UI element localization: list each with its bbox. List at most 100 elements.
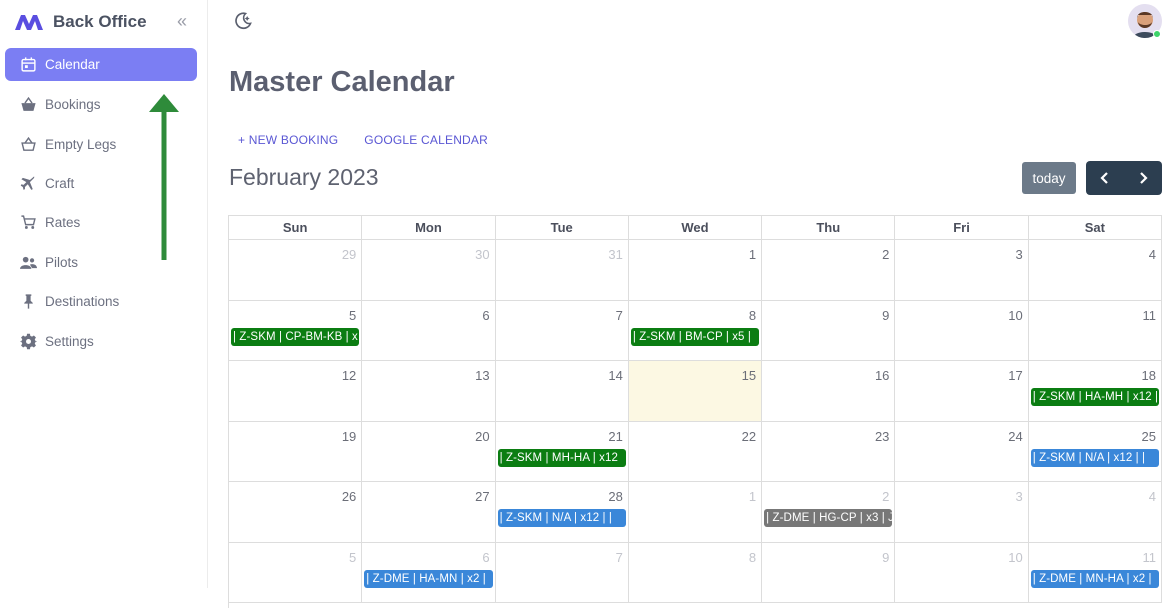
day-number: 10 [1008,307,1023,323]
day-number: 8 [748,549,757,565]
dark-mode-icon[interactable] [233,11,253,31]
new-booking-button[interactable]: + NEW BOOKING [238,133,338,147]
today-button[interactable]: today [1022,162,1076,194]
day-cell[interactable]: 16 [762,361,896,422]
prev-month-button[interactable] [1086,161,1124,195]
day-cell[interactable]: 6 [362,300,496,361]
calendar-week-row: 5 | Z-SKM | CP-BM-KB | x 6 7 8 | Z-SKM |… [229,300,1162,361]
day-number: 3 [1015,489,1023,504]
day-number: 3 [1015,247,1023,262]
sidebar-item-label: Pilots [45,254,79,270]
pin-icon [18,292,38,312]
brand[interactable]: Back Office [14,10,147,34]
day-cell[interactable]: 12 [229,361,363,422]
sidebar-item-settings[interactable]: Settings [5,321,197,360]
booking-event[interactable]: | Z-SKM | MH-HA | x12 [497,448,626,467]
day-number: 4 [1148,489,1156,504]
day-cell[interactable]: 22 [628,421,763,482]
cart-icon [18,213,38,233]
calendar-week-row: 12 13 14 15 16 17 18 | Z-SKM | HA-MH | x… [229,361,1162,422]
day-cell[interactable]: 18 | Z-SKM | HA-MH | x12 | [1028,361,1162,422]
day-cell[interactable]: 23 [762,421,896,482]
google-calendar-button[interactable]: GOOGLE CALENDAR [364,133,488,147]
day-cell[interactable]: 2 [762,240,896,301]
logo-icon [15,15,43,30]
day-number: 18 [1141,368,1156,383]
day-number: 25 [1141,428,1156,444]
online-status-dot [1153,30,1161,38]
day-cell[interactable]: 28 | Z-SKM | N/A | x12 | | [495,482,629,543]
day-cell[interactable]: 4 [1028,482,1162,543]
day-cell[interactable]: 5 [229,542,363,603]
booking-event[interactable]: | Z-SKM | BM-CP | x5 | [630,327,760,346]
collapse-sidebar-icon[interactable]: « [177,11,187,31]
booking-event[interactable]: | Z-DME | MN-HA | x2 | [1030,569,1159,588]
booking-event[interactable]: | Z-SKM | CP-BM-KB | x [231,327,360,346]
booking-event[interactable]: | Z-DME | HA-MN | x2 | [364,569,493,588]
day-cell[interactable]: 8 [628,542,763,603]
day-cell[interactable]: 31 [495,240,629,301]
sidebar-item-calendar[interactable]: Calendar [5,48,197,81]
day-cell[interactable]: 3 [895,240,1029,301]
day-number: 13 [475,368,490,383]
day-number: 29 [341,247,357,262]
day-cell[interactable]: 19 [229,421,363,482]
day-number: 24 [1008,428,1023,444]
sidebar-item-label: Destinations [45,294,120,310]
day-cell[interactable]: 30 [362,240,496,301]
day-cell[interactable]: 10 [895,300,1029,361]
day-cell[interactable]: 9 [762,300,896,361]
chevron-left-icon [1100,172,1108,184]
next-month-button[interactable] [1124,161,1162,195]
day-number: 15 [741,368,757,383]
annotation-arrow [149,94,179,260]
day-cell[interactable]: 10 [895,542,1029,603]
day-cell[interactable]: 8 | Z-SKM | BM-CP | x5 | [628,300,763,361]
sidebar: Back Office « Calendar Bookings Empty Le… [0,0,208,588]
day-cell[interactable]: 17 [895,361,1029,422]
booking-event[interactable]: | Z-SKM | N/A | x12 | | [1030,448,1159,467]
calendar-week-row: 19 20 21 | Z-SKM | MH-HA | x12 22 23 24 … [229,421,1162,482]
day-cell[interactable]: 9 [762,542,896,603]
booking-event[interactable]: | Z-SKM | HA-MH | x12 | [1030,388,1159,406]
day-cell[interactable]: 6 | Z-DME | HA-MN | x2 | [362,542,496,603]
day-cell[interactable]: 5 | Z-SKM | CP-BM-KB | x [229,300,363,361]
day-cell[interactable]: 1 [628,482,763,543]
day-cell[interactable]: 2 | Z-DME | HG-CP | x3 | J [762,482,896,543]
booking-event[interactable]: | Z-DME | HG-CP | x3 | J [764,509,893,527]
weekday-label: Sat [1028,216,1162,240]
day-number: 5 [349,307,357,323]
day-number: 5 [349,549,357,565]
day-number: 11 [1142,549,1156,565]
weekday-label: Wed [628,216,763,240]
day-cell[interactable]: 3 [895,482,1029,543]
day-cell[interactable]: 21 | Z-SKM | MH-HA | x12 [495,421,629,482]
day-number: 31 [608,247,623,262]
day-number: 17 [1008,368,1023,383]
day-cell[interactable]: 7 [495,542,629,603]
sidebar-item-destinations[interactable]: Destinations [5,282,197,321]
day-cell[interactable]: 20 [362,421,496,482]
day-cell[interactable]: 13 [362,361,496,422]
sidebar-item-label: Bookings [45,97,101,113]
day-cell[interactable]: 24 [895,421,1029,482]
day-cell[interactable]: 27 [362,482,496,543]
day-cell[interactable]: 26 [229,482,363,543]
day-cell[interactable]: 7 [495,300,629,361]
day-cell[interactable]: 1 [628,240,763,301]
day-number: 9 [882,307,890,323]
day-cell[interactable]: 11 [1028,300,1162,361]
day-cell[interactable]: 25 | Z-SKM | N/A | x12 | | [1028,421,1162,482]
booking-event[interactable]: | Z-SKM | N/A | x12 | | [497,509,626,527]
day-cell-today[interactable]: 15 [628,361,763,422]
day-number: 12 [341,368,357,383]
people-icon [18,252,38,272]
day-cell[interactable]: 14 [495,361,629,422]
basket-icon [18,95,38,115]
day-cell[interactable]: 4 [1028,240,1162,301]
basket-outline-icon [18,134,38,154]
day-cell[interactable]: 29 [229,240,363,301]
day-number: 27 [475,489,490,504]
sidebar-item-label: Craft [45,175,75,191]
day-cell[interactable]: 11 | Z-DME | MN-HA | x2 | [1028,542,1162,603]
